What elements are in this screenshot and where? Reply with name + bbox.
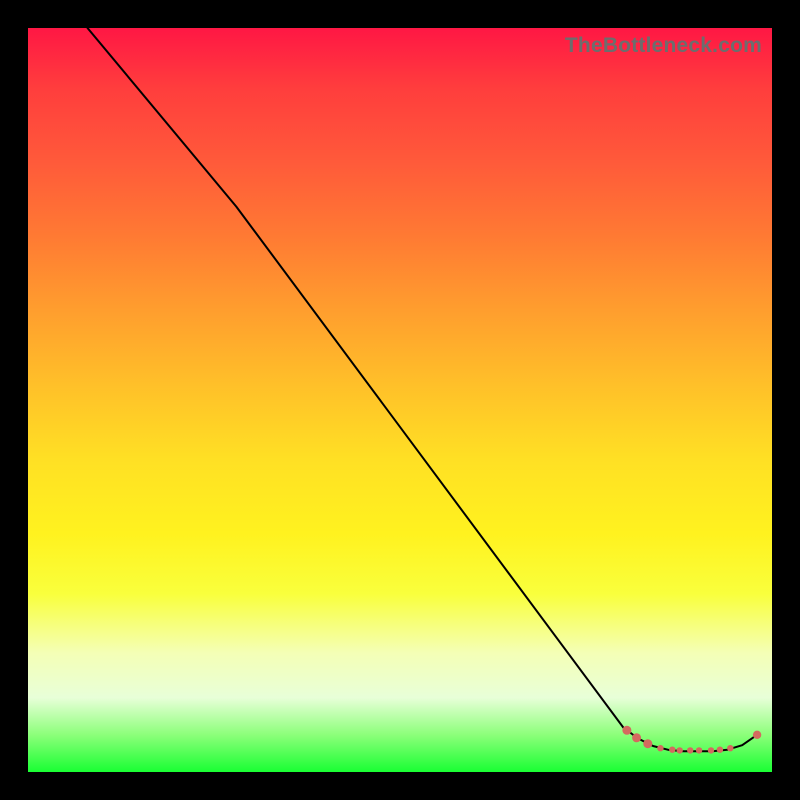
chart-markers <box>622 726 761 754</box>
data-point-marker <box>657 745 663 751</box>
data-point-marker <box>753 731 761 739</box>
data-point-marker <box>708 747 714 753</box>
data-point-marker <box>696 747 702 753</box>
data-point-marker <box>643 739 652 748</box>
data-point-marker <box>717 747 723 753</box>
chart-overlay <box>28 28 772 772</box>
plot-area: TheBottleneck.com <box>28 28 772 772</box>
data-point-marker <box>727 745 733 751</box>
data-point-marker <box>677 747 683 753</box>
data-point-marker <box>687 747 693 753</box>
data-point-marker <box>632 733 641 742</box>
data-point-marker <box>669 747 675 753</box>
data-point-marker <box>622 726 631 735</box>
chart-frame: TheBottleneck.com <box>0 0 800 800</box>
chart-line <box>88 28 758 751</box>
